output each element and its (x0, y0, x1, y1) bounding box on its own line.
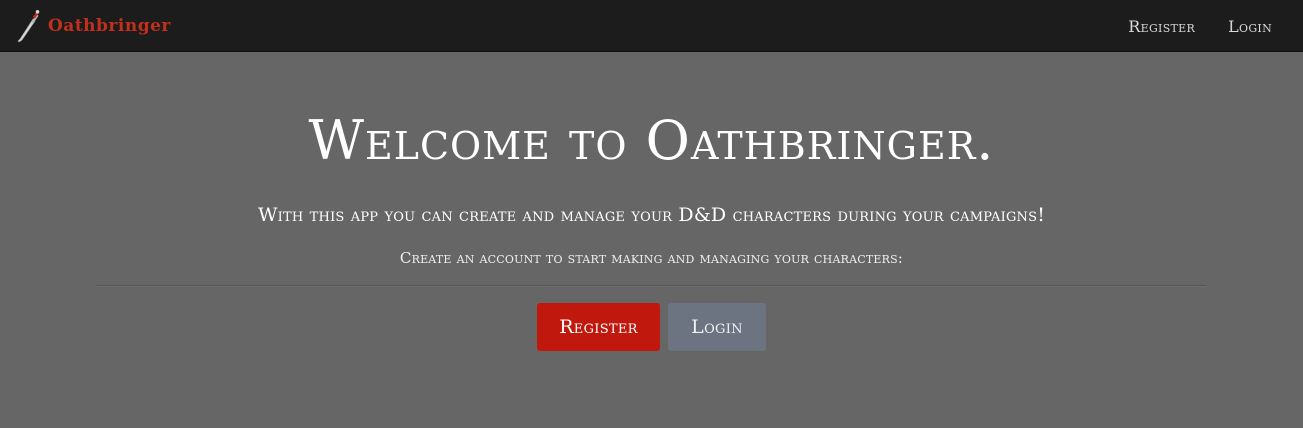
sword-icon (17, 10, 40, 43)
hero-divider (96, 285, 1206, 287)
page-title: Welcome to Oathbringer. (308, 109, 995, 172)
hero-lead-text: With this app you can create and manage … (257, 204, 1046, 226)
hero-subtext: Create an account to start making and ma… (399, 249, 904, 267)
brand-link[interactable]: Oathbringer (16, 9, 171, 43)
nav-register-link[interactable]: Register (1128, 17, 1195, 36)
nav-login-link[interactable]: Login (1228, 17, 1272, 36)
hero-button-row: Register Login (0, 303, 1303, 351)
top-navbar: Oathbringer Register Login (0, 0, 1303, 52)
welcome-hero: Welcome to Oathbringer. With this app yo… (0, 53, 1303, 428)
nav-links: Register Login (1128, 0, 1272, 52)
register-button[interactable]: Register (537, 303, 660, 351)
login-button[interactable]: Login (668, 303, 766, 351)
brand-name: Oathbringer (48, 16, 171, 36)
